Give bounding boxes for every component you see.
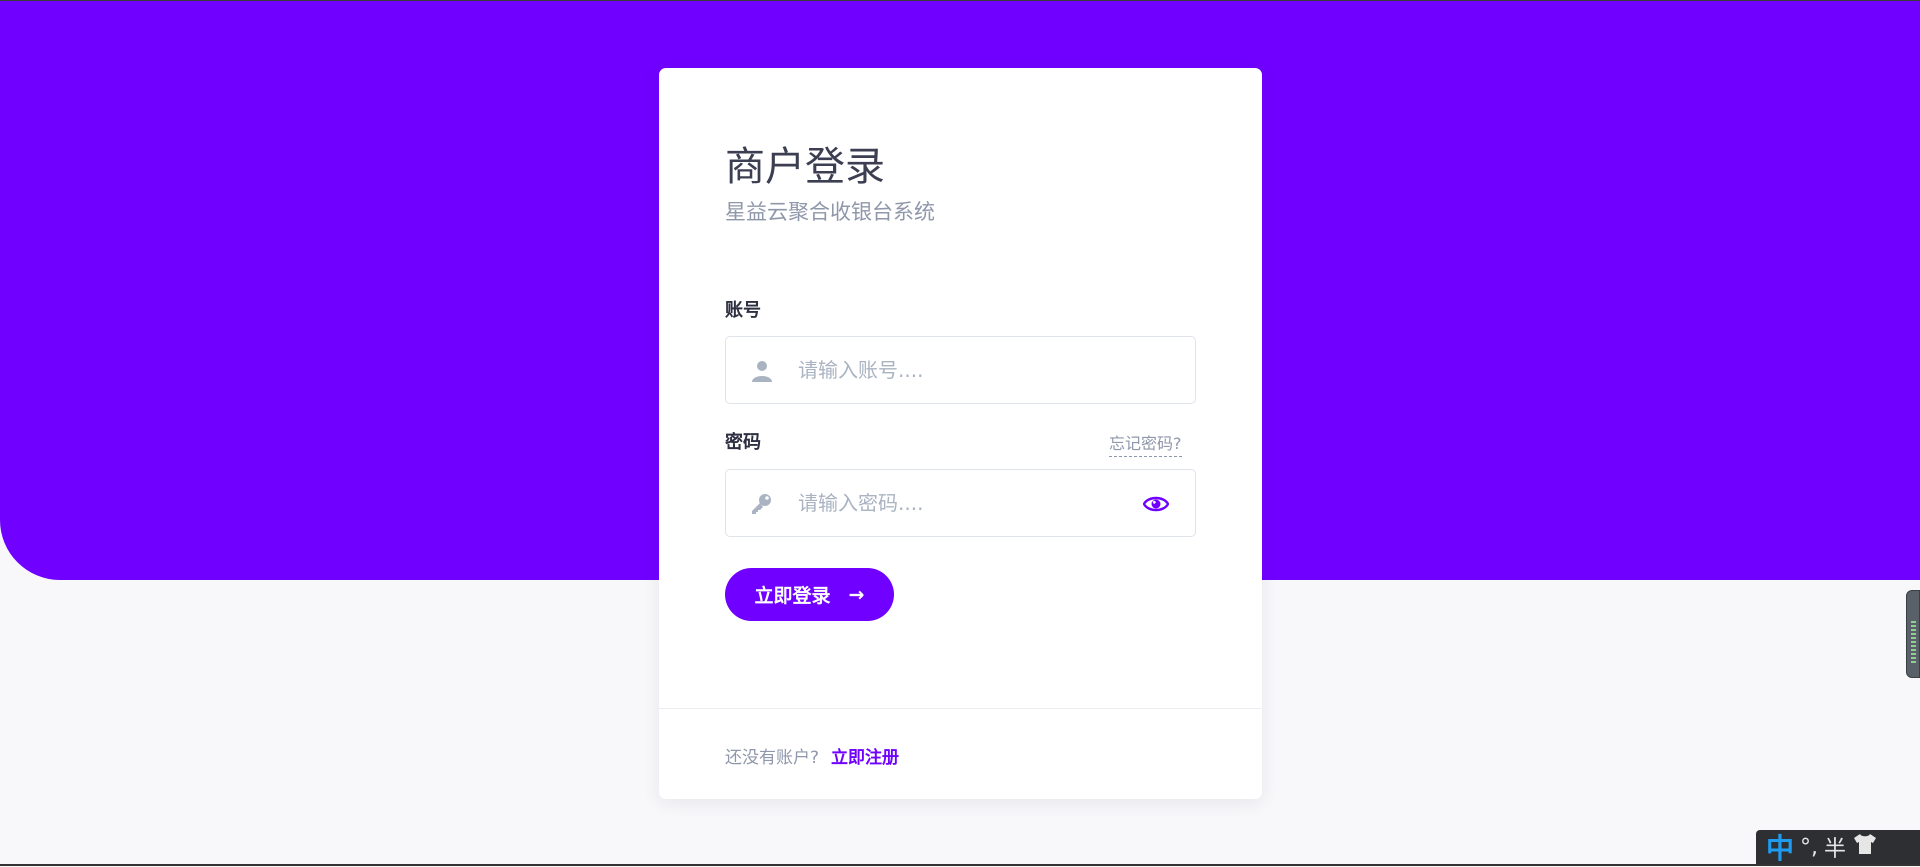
footer-divider — [659, 708, 1262, 709]
system-subtitle: 星益云聚合收银台系统 — [725, 196, 935, 226]
password-field[interactable] — [725, 469, 1196, 537]
account-label: 账号 — [725, 296, 761, 322]
account-field[interactable] — [725, 336, 1196, 404]
page-title: 商户登录 — [725, 134, 885, 192]
top-border — [0, 0, 1920, 1]
level-meter — [1911, 621, 1916, 665]
eye-icon[interactable] — [1143, 493, 1169, 515]
user-icon — [750, 359, 774, 383]
ime-mode-toggle[interactable]: 中 — [1766, 827, 1794, 867]
password-input[interactable] — [798, 470, 1128, 536]
register-prompt: 还没有账户? 立即注册 — [725, 743, 899, 768]
account-input[interactable] — [798, 337, 1128, 403]
side-volume-widget[interactable] — [1906, 590, 1920, 678]
ime-width-toggle[interactable]: 半 — [1824, 831, 1846, 863]
shirt-icon[interactable] — [1852, 832, 1878, 862]
forgot-password-link[interactable]: 忘记密码? — [1109, 430, 1182, 457]
register-link[interactable]: 立即注册 — [831, 743, 899, 768]
no-account-text: 还没有账户? — [725, 743, 819, 768]
login-button[interactable]: 立即登录 → — [725, 568, 894, 621]
ime-punctuation-toggle[interactable]: °, — [1800, 835, 1818, 860]
login-button-label: 立即登录 — [755, 581, 831, 608]
arrow-right-icon: → — [849, 584, 865, 606]
password-label: 密码 — [725, 428, 761, 454]
login-card: 商户登录 星益云聚合收银台系统 账号 密码 忘记密码? — [659, 68, 1262, 799]
ime-toolbar[interactable]: 中 °, 半 — [1756, 830, 1920, 864]
key-icon — [750, 492, 774, 516]
